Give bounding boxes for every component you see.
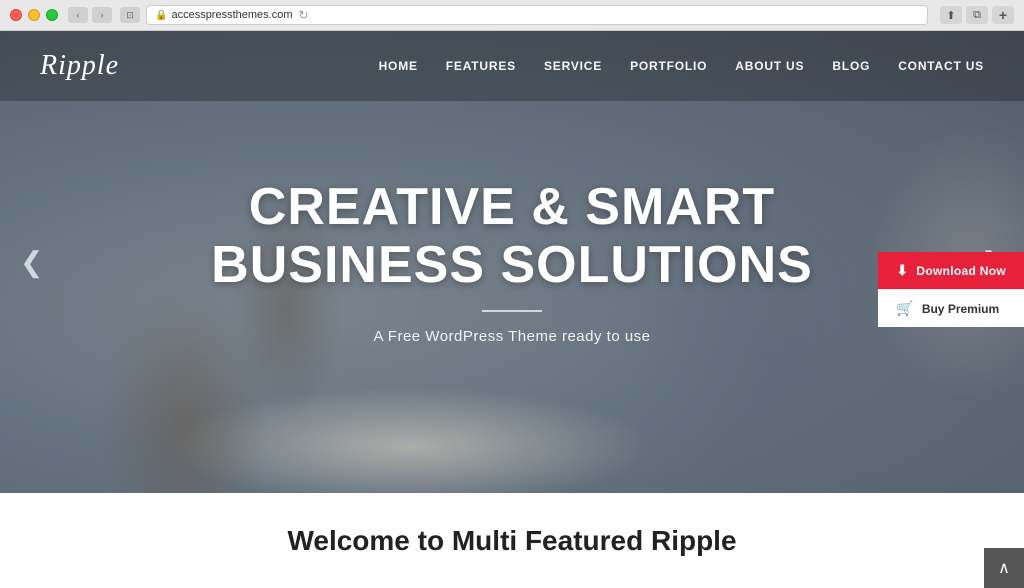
close-button[interactable] xyxy=(10,9,22,21)
hero-title-line1: CREATIVE & SMART xyxy=(249,178,775,236)
nav-link-blog[interactable]: BLOG xyxy=(832,59,870,73)
nav-item-service[interactable]: SERVICE xyxy=(544,57,602,75)
cart-icon: 🛒 xyxy=(896,300,913,317)
share-button[interactable]: ⬆ xyxy=(940,6,962,24)
nav-link-features[interactable]: FEATURES xyxy=(446,59,516,73)
title-bar: ‹ › ⊡ 🔒 accesspressthemes.com ↻ ⬆ ⧉ + xyxy=(0,0,1024,30)
site-header: Ripple HOME FEATURES SERVICE PORTFOLIO A… xyxy=(0,31,1024,101)
toolbar-right: ⬆ ⧉ + xyxy=(940,6,1014,24)
url-text: accesspressthemes.com xyxy=(171,9,292,21)
minimize-button[interactable] xyxy=(28,9,40,21)
slider-prev-button[interactable]: ❮ xyxy=(10,236,53,289)
website: Ripple HOME FEATURES SERVICE PORTFOLIO A… xyxy=(0,31,1024,588)
premium-label: Buy Premium xyxy=(922,302,999,316)
maximize-button[interactable] xyxy=(46,9,58,21)
browser-chrome: ‹ › ⊡ 🔒 accesspressthemes.com ↻ ⬆ ⧉ + xyxy=(0,0,1024,31)
hero-subtitle: A Free WordPress Theme ready to use xyxy=(211,328,813,345)
site-nav: HOME FEATURES SERVICE PORTFOLIO ABOUT US… xyxy=(379,57,984,75)
nav-link-home[interactable]: HOME xyxy=(379,59,418,73)
hero-divider xyxy=(482,310,542,312)
welcome-title: Welcome to Multi Featured Ripple xyxy=(287,525,736,557)
download-label: Download Now xyxy=(916,264,1006,278)
nav-buttons: ‹ › xyxy=(68,7,112,23)
hero-content: CREATIVE & SMART BUSINESS SOLUTIONS A Fr… xyxy=(211,179,813,344)
hero-title-line2: BUSINESS SOLUTIONS xyxy=(211,236,813,294)
back-button[interactable]: ‹ xyxy=(68,7,88,23)
nav-item-portfolio[interactable]: PORTFOLIO xyxy=(630,57,707,75)
refresh-icon[interactable]: ↻ xyxy=(299,8,309,22)
download-icon: ⬇ xyxy=(896,262,908,279)
nav-item-home[interactable]: HOME xyxy=(379,57,418,75)
nav-item-about[interactable]: ABOUT US xyxy=(735,57,804,75)
nav-link-portfolio[interactable]: PORTFOLIO xyxy=(630,59,707,73)
hero-section: Ripple HOME FEATURES SERVICE PORTFOLIO A… xyxy=(0,31,1024,493)
side-buttons: ⬇ Download Now 🛒 Buy Premium xyxy=(878,252,1024,327)
download-button[interactable]: ⬇ Download Now xyxy=(878,252,1024,289)
window-button[interactable]: ⊡ xyxy=(120,7,140,23)
nav-link-contact[interactable]: CONTACT US xyxy=(898,59,984,73)
new-tab-button[interactable]: + xyxy=(992,6,1014,24)
welcome-section: Welcome to Multi Featured Ripple ∧ xyxy=(0,493,1024,588)
buy-premium-button[interactable]: 🛒 Buy Premium xyxy=(878,289,1024,327)
nav-item-blog[interactable]: BLOG xyxy=(832,57,870,75)
site-logo: Ripple xyxy=(40,50,119,82)
lock-icon: 🔒 xyxy=(155,10,167,21)
scroll-top-button[interactable]: ∧ xyxy=(984,548,1024,588)
hero-title: CREATIVE & SMART BUSINESS SOLUTIONS xyxy=(211,179,813,293)
forward-button[interactable]: › xyxy=(92,7,112,23)
address-bar[interactable]: 🔒 accesspressthemes.com ↻ xyxy=(146,5,928,25)
nav-link-about[interactable]: ABOUT US xyxy=(735,59,804,73)
nav-item-features[interactable]: FEATURES xyxy=(446,57,516,75)
nav-link-service[interactable]: SERVICE xyxy=(544,59,602,73)
traffic-lights xyxy=(10,9,58,21)
tab-button[interactable]: ⧉ xyxy=(966,6,988,24)
nav-item-contact[interactable]: CONTACT US xyxy=(898,57,984,75)
